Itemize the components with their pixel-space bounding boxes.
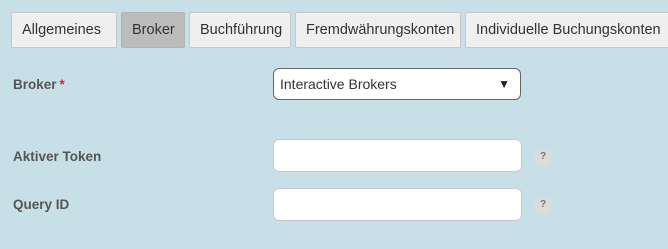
required-marker: *	[59, 77, 65, 92]
tab-broker[interactable]: Broker	[121, 12, 185, 48]
active-token-input[interactable]	[273, 139, 522, 172]
active-token-label: Aktiver Token	[13, 149, 102, 164]
broker-label-text: Broker	[13, 77, 57, 92]
help-icon[interactable]: ?	[534, 148, 552, 166]
query-id-input[interactable]	[273, 188, 522, 221]
broker-select-value: Interactive Brokers	[280, 76, 397, 92]
tab-allgemeines[interactable]: Allgemeines	[11, 12, 117, 48]
broker-label: Broker *	[13, 77, 65, 92]
tab-buchfuehrung[interactable]: Buchführung	[189, 12, 291, 48]
help-icon[interactable]: ?	[534, 196, 552, 214]
broker-select[interactable]: Interactive Brokers ▼	[273, 68, 521, 100]
tab-bar: Allgemeines Broker Buchführung Fremdwähr…	[11, 12, 668, 48]
tab-fremdwaehrungskonten[interactable]: Fremdwährungskonten	[295, 12, 461, 48]
query-id-label: Query ID	[13, 197, 70, 212]
dropdown-arrow-icon: ▼	[498, 77, 510, 91]
tab-individuelle-buchungskonten[interactable]: Individuelle Buchungskonten	[465, 12, 668, 48]
